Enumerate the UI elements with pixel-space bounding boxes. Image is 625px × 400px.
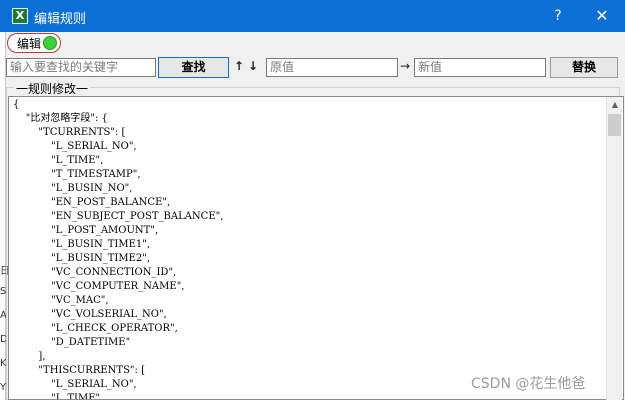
new-value-input[interactable]: 新值 [414,58,546,77]
code-line: "THISCURRENTS": [ [13,365,145,376]
code-line: "VC_CONNECTION_ID", [13,267,177,278]
code-line: "L_TIME", [13,155,104,166]
rule-json-editor[interactable]: { "比对忽略字段": { "TCURRENTS": [ "L_SERIAL_N… [8,96,624,400]
code-line: "L_BUSIN_TIME2", [13,253,151,264]
code-line: "T_TIMESTAMP", [13,169,141,180]
edit-toggle-label: 编辑 [17,36,42,51]
code-line: "L_TIME", [13,393,104,400]
code-line: { [13,99,20,110]
find-button[interactable]: 查找 [158,57,229,78]
group-label: 一规则修改一 [14,80,91,97]
replace-button[interactable]: 替换 [550,57,618,78]
edit-status-indicator [43,36,57,50]
code-line: "L_SERIAL_NO", [13,379,137,390]
scroll-thumb[interactable] [608,114,621,136]
close-button[interactable]: ✕ [592,6,612,26]
code-line: "L_SERIAL_NO", [13,141,137,152]
code-line: "TCURRENTS": [ [13,127,126,138]
window-title: 编辑规则 [34,12,87,27]
code-line: "VC_COMPUTER_NAME", [13,281,185,292]
arrow-up-icon[interactable]: ↑ [234,59,244,73]
code-line: "VC_VOLSERIAL_NO", [13,309,167,320]
arrow-right-icon: → [400,59,411,73]
old-value-input[interactable]: 原值 [266,58,398,77]
excel-icon: X [12,8,28,24]
code-line: "L_BUSIN_NO", [13,183,133,194]
help-button[interactable]: ? [548,6,568,26]
code-line: "D_DATETIME" [13,337,131,348]
code-line: "比对忽略字段": { [13,113,108,124]
watermark: CSDN @花生他爸 [471,376,586,392]
edit-toggle[interactable]: 编辑 [7,33,61,53]
code-line: ], [13,351,46,362]
code-line: "L_POST_AMOUNT", [13,225,159,236]
title-bar: X 编辑规则 ? ✕ [0,0,625,32]
arrow-down-icon[interactable]: ↓ [248,59,258,73]
code-line: "L_BUSIN_TIME1", [13,239,151,250]
scroll-up-icon[interactable]: ▲ [607,97,623,113]
vertical-scrollbar[interactable]: ▲ [606,97,622,400]
search-input[interactable]: 输入要查找的关键字 [6,58,156,77]
code-line: "L_CHECK_OPERATOR", [13,323,178,334]
code-line: "EN_SUBJECT_POST_BALANCE", [13,211,224,222]
code-line: "EN_POST_BALANCE", [13,197,171,208]
code-line: "VC_MAC", [13,295,109,306]
